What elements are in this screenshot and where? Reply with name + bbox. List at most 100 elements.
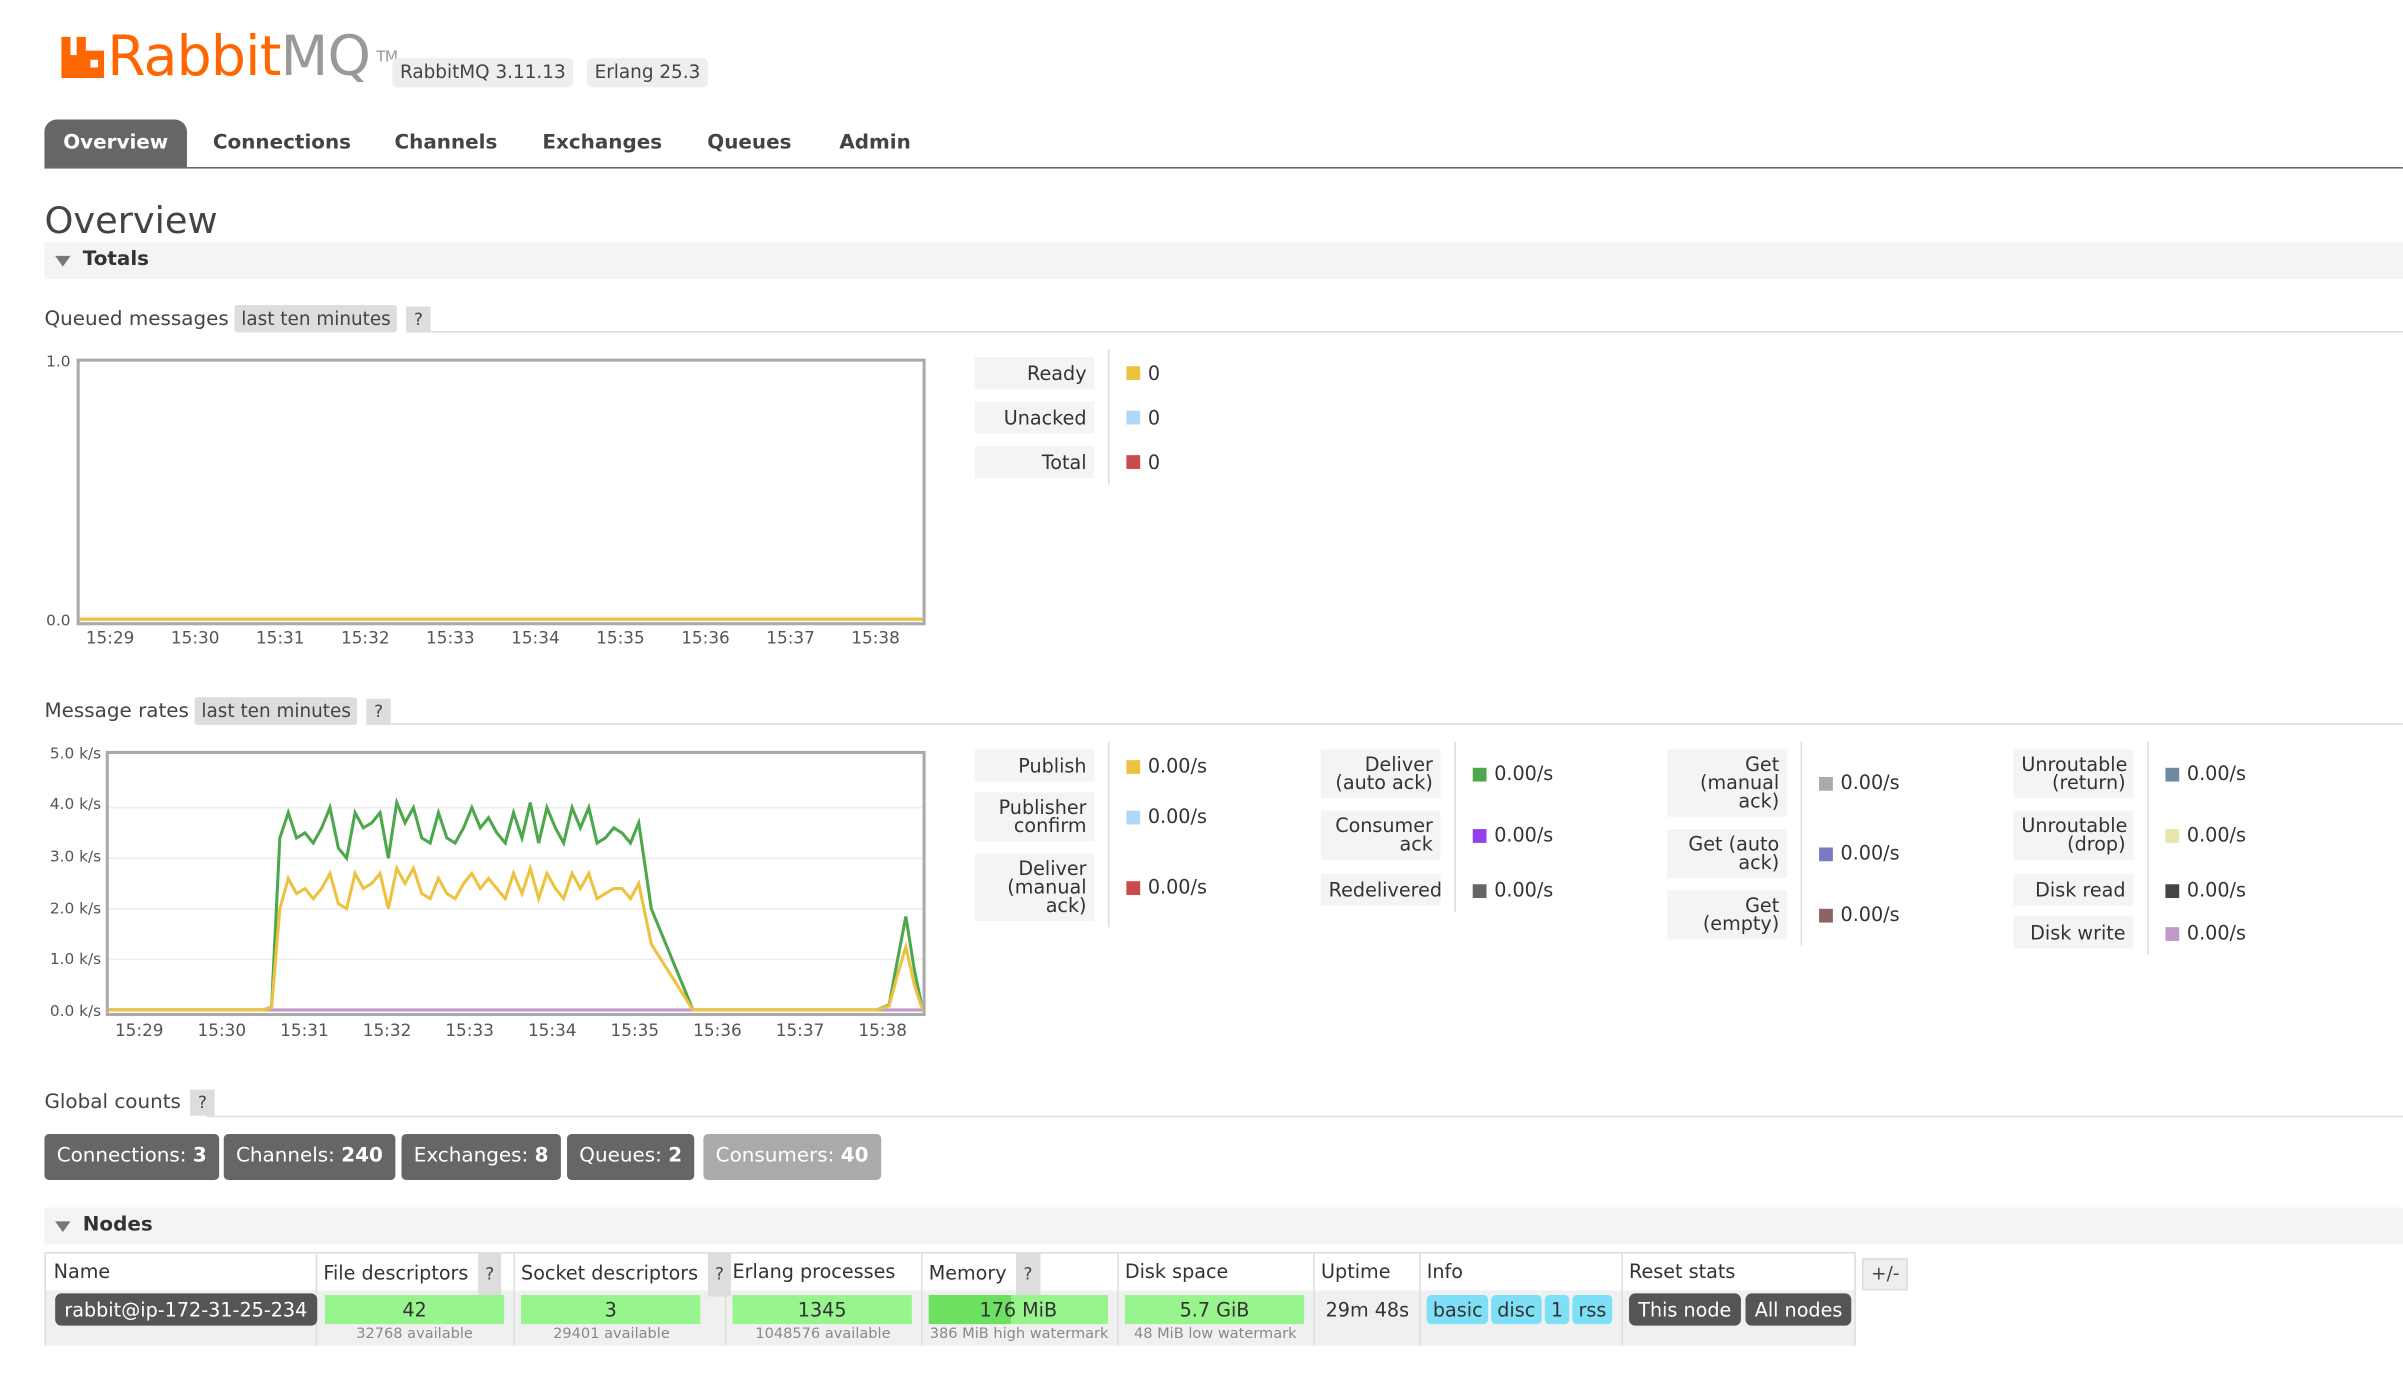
collapse-triangle-icon — [55, 1221, 71, 1233]
info-tag-1[interactable]: 1 — [1544, 1294, 1570, 1325]
divider — [1800, 741, 1803, 946]
column-options-toggle[interactable]: +/- — [1861, 1258, 1909, 1291]
legend-swatch — [2165, 926, 2180, 941]
col-header-reset-stats: Reset stats — [1629, 1259, 1736, 1283]
legend-swatch — [1126, 759, 1141, 774]
global-counts-help-icon[interactable]: ? — [190, 1089, 215, 1116]
node-name-link[interactable]: rabbit@ip-172-31-25-234 — [55, 1293, 317, 1326]
queued-xtick: 15:38 — [851, 628, 900, 649]
queued-xtick: 15:32 — [340, 628, 390, 649]
queued-xtick: 15:36 — [681, 628, 730, 649]
tab-channels[interactable]: Channels — [382, 120, 511, 168]
divider — [1419, 1253, 1421, 1346]
queued-help-icon[interactable]: ? — [406, 306, 431, 333]
socket-descriptors-bar: 3 — [521, 1294, 701, 1325]
collapse-triangle-icon — [55, 255, 71, 267]
rates-xtick: 15:35 — [610, 1020, 660, 1041]
queued-ytick: 0.0 — [46, 613, 71, 630]
col-header-socket-descriptors: Socket descriptors ? — [513, 1253, 732, 1297]
rabbitmq-version-badge: RabbitMQ 3.11.13 — [392, 58, 574, 88]
info-tag-basic[interactable]: basic — [1426, 1294, 1489, 1325]
queued-messages-chart — [76, 358, 926, 626]
rates-series-deliver-auto-ack- — [108, 796, 923, 1012]
divider — [1313, 1253, 1315, 1346]
legend-swatch — [1126, 810, 1141, 825]
legend-swatch — [2165, 829, 2180, 843]
rates-series-publish — [108, 863, 923, 1012]
global-count-connections[interactable]: Connections: 3 — [44, 1134, 220, 1181]
nodes-section-toggle[interactable]: Nodes — [44, 1207, 2403, 1245]
legend-label-get-manual-ack: Get (manual ack) — [1667, 749, 1787, 817]
rates-chart-svg — [108, 796, 923, 1012]
memory-help-icon[interactable]: ? — [1015, 1253, 1041, 1297]
rates-xtick: 15:36 — [693, 1020, 742, 1041]
uptime-value: 29m 48s — [1325, 1298, 1410, 1322]
file-descriptors-bar: 42 — [324, 1294, 505, 1325]
global-count-queues[interactable]: Queues: 2 — [567, 1134, 695, 1181]
disk-space-watermark: 48 MiB low watermark — [1133, 1325, 1297, 1343]
rates-xtick: 15:38 — [858, 1020, 907, 1041]
reset-all-nodes-button[interactable]: All nodes — [1745, 1293, 1852, 1326]
legend-swatch — [1472, 829, 1487, 843]
rates-xtick: 15:30 — [197, 1020, 247, 1041]
legend-value-deliver-auto-ack: 0.00/s — [1494, 761, 1554, 785]
info-tag-rss[interactable]: rss — [1572, 1294, 1613, 1325]
legend-value-get-manual-ack: 0.00/s — [1840, 770, 1900, 794]
tab-overview[interactable]: Overview — [44, 119, 187, 168]
rates-xtick: 15:33 — [445, 1020, 494, 1041]
global-count-channels[interactable]: Channels: 240 — [223, 1134, 396, 1181]
legend-value-ready: 0 — [1147, 361, 1161, 385]
file-descriptors-available: 32768 available — [356, 1325, 473, 1343]
legend-label-publisher-confirm: Publisher confirm — [974, 792, 1095, 842]
legend-swatch — [1472, 767, 1487, 782]
legend-value-unroutable-drop: 0.00/s — [2186, 822, 2246, 846]
legend-swatch — [2165, 767, 2180, 782]
totals-section-title: Totals — [82, 248, 150, 272]
divider — [1107, 741, 1110, 928]
global-count-exchanges[interactable]: Exchanges: 8 — [401, 1134, 561, 1181]
legend-swatch — [1819, 776, 1833, 791]
socket-descriptors-available: 29401 available — [553, 1325, 670, 1343]
info-tag-disc[interactable]: disc — [1491, 1294, 1542, 1325]
totals-section-toggle[interactable]: Totals — [44, 242, 2403, 279]
erlang-processes-bar: 1345 — [732, 1294, 912, 1325]
tab-admin[interactable]: Admin — [826, 120, 924, 168]
queued-range-selector[interactable]: last ten minutes — [235, 304, 397, 333]
legend-swatch — [1126, 455, 1141, 469]
rates-xtick: 15:37 — [775, 1020, 825, 1041]
fd-help-icon[interactable]: ? — [477, 1253, 502, 1297]
queued-chart-svg — [79, 617, 923, 621]
nodes-section-title: Nodes — [82, 1213, 153, 1237]
rates-ytick: 0.0 k/s — [49, 1003, 102, 1021]
legend-swatch — [1819, 908, 1833, 923]
reset-this-node-button[interactable]: This node — [1629, 1293, 1741, 1326]
queued-xtick: 15:35 — [596, 628, 645, 649]
global-counts-heading: Global counts ? — [44, 1089, 215, 1116]
rates-help-icon[interactable]: ? — [366, 698, 391, 725]
divider — [2147, 741, 2149, 955]
legend-label-total: Total — [974, 445, 1095, 479]
divider — [413, 331, 2403, 333]
legend-label-unroutable-return: Unroutable (return) — [2013, 749, 2134, 799]
tab-connections[interactable]: Connections — [198, 120, 367, 168]
legend-value-disk-write: 0.00/s — [2186, 920, 2246, 944]
col-header-file-descriptors: File descriptors ? — [316, 1253, 502, 1297]
col-header-erlang-processes: Erlang processes — [732, 1259, 896, 1283]
queued-xtick: 15:29 — [85, 628, 135, 649]
legend-value-total: 0 — [1147, 450, 1161, 474]
queued-ytick: 1.0 — [46, 354, 71, 371]
memory-watermark: 386 MiB high watermark — [929, 1325, 1109, 1343]
legend-value-disk-read: 0.00/s — [2186, 877, 2246, 901]
legend-label-consumer-ack: Consumer ack — [1321, 810, 1441, 860]
legend-value-unacked: 0 — [1147, 406, 1161, 430]
page-title: Overview — [44, 199, 218, 243]
rabbitmq-logo-icon — [61, 36, 105, 79]
legend-swatch — [1472, 883, 1487, 898]
rates-range-selector[interactable]: last ten minutes — [195, 697, 358, 725]
legend-swatch — [1126, 881, 1141, 895]
tab-queues[interactable]: Queues — [696, 120, 803, 168]
tab-exchanges[interactable]: Exchanges — [532, 120, 673, 168]
global-count-consumers[interactable]: Consumers: 40 — [703, 1134, 881, 1181]
message-rates-chart — [105, 750, 926, 1017]
erlang-processes-available: 1048576 available — [755, 1325, 891, 1343]
